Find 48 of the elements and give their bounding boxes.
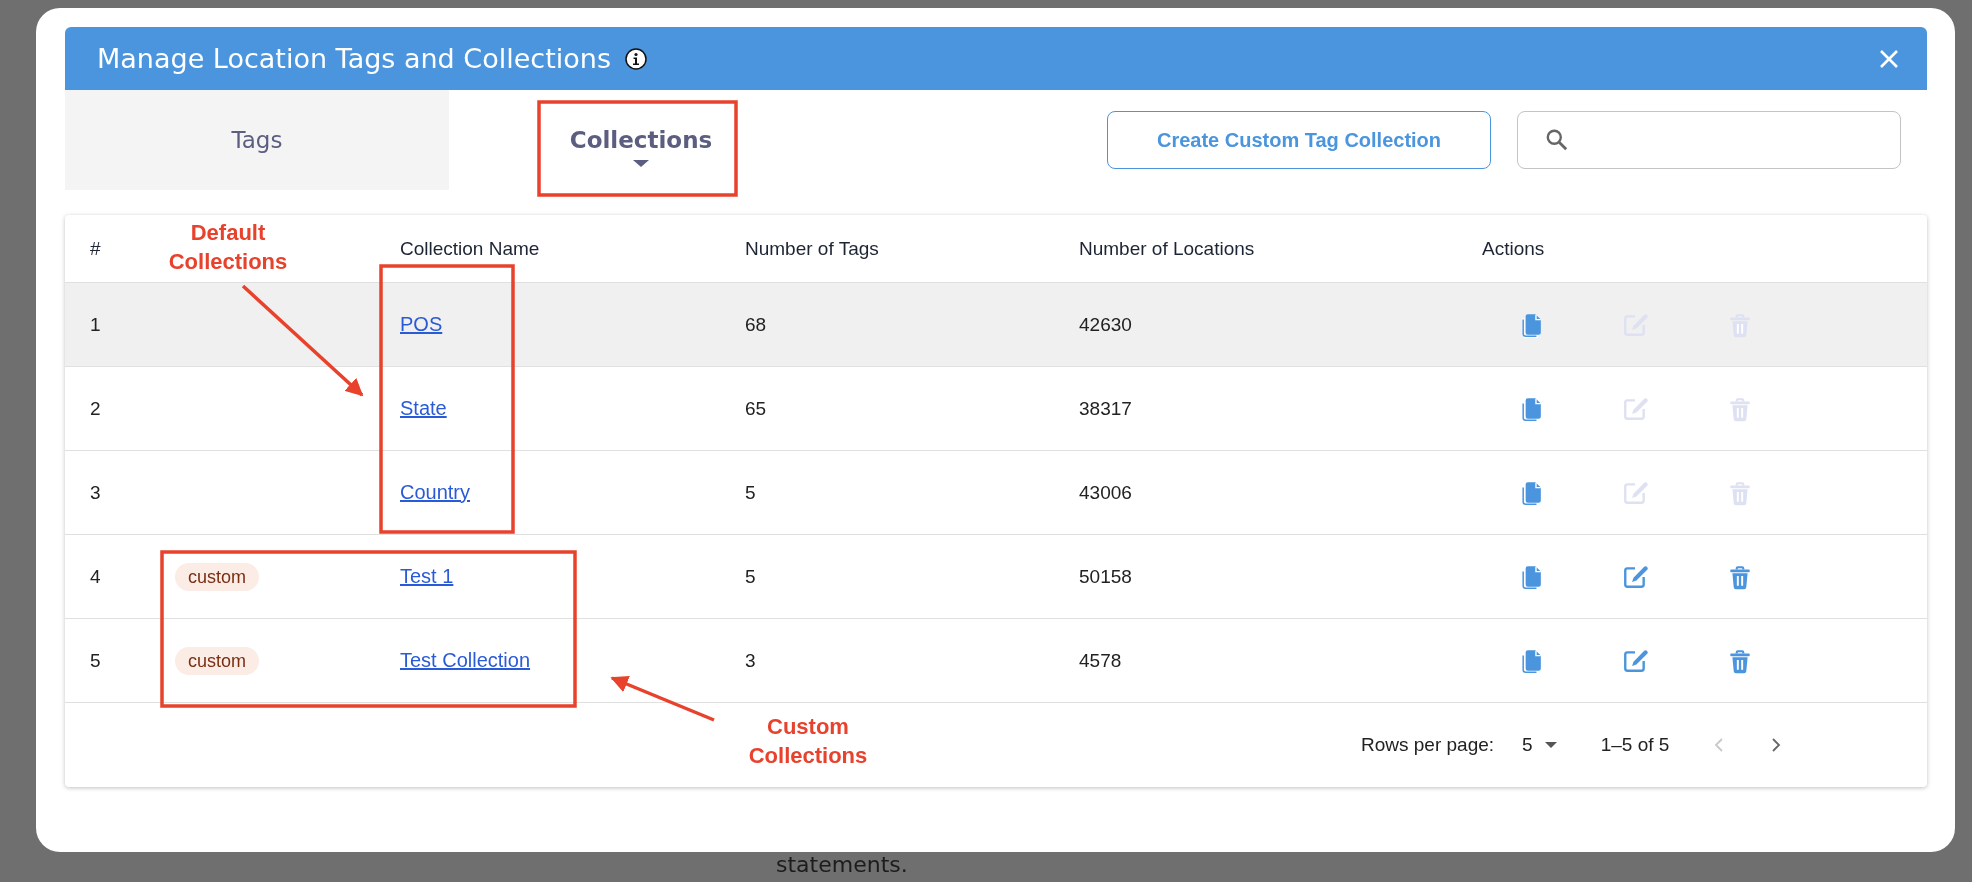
- table-cell: 5: [745, 565, 756, 587]
- table-cell: 43006: [1079, 481, 1132, 503]
- table-row[interactable]: 1 POS 68 42630: [65, 283, 1927, 367]
- custom-badge: custom: [175, 562, 260, 591]
- info-icon[interactable]: [624, 47, 647, 70]
- rows-per-page-label: Rows per page:: [1361, 734, 1495, 756]
- annotation-label: Default Collections: [167, 219, 289, 276]
- annotation-label: Custom Collections: [747, 713, 869, 770]
- table-row[interactable]: 5 custom Test Collection 3 4578: [65, 619, 1927, 703]
- table-cell: 3: [90, 481, 101, 503]
- collection-link[interactable]: Test Collection: [400, 649, 531, 671]
- delete-icon[interactable]: [1727, 563, 1753, 590]
- collection-link[interactable]: POS: [400, 313, 443, 335]
- table-cell: 3: [745, 649, 756, 671]
- page-range: 1–5 of 5: [1600, 734, 1670, 756]
- table-row[interactable]: 3 Country 5 43006: [65, 451, 1927, 535]
- search-field[interactable]: [1517, 111, 1901, 169]
- dialog-title: Manage Location Tags and Collections: [97, 43, 611, 74]
- collection-link[interactable]: State: [400, 397, 447, 419]
- column-header: Collection Name: [400, 237, 540, 259]
- table-cell: 5: [90, 649, 101, 671]
- create-collection-button[interactable]: Create Custom Tag Collection: [1107, 111, 1491, 169]
- column-header: Actions: [1482, 237, 1545, 259]
- table-cell: 42630: [1079, 313, 1132, 335]
- table-row[interactable]: 4 custom Test 1 5 50158: [65, 535, 1927, 619]
- table-cell: 65: [745, 397, 767, 419]
- edit-icon[interactable]: [1622, 647, 1648, 674]
- table-cell: 50158: [1079, 565, 1132, 587]
- table-cell: 4578: [1079, 649, 1122, 671]
- table-row[interactable]: 2 State 65 38317: [65, 367, 1927, 451]
- table-cell: 1: [90, 313, 101, 335]
- edit-icon[interactable]: [1622, 563, 1648, 590]
- collection-link[interactable]: Test 1: [400, 565, 454, 587]
- custom-badge: custom: [175, 646, 260, 675]
- column-header: Number of Locations: [1079, 237, 1255, 259]
- tab[interactable]: Tags: [65, 90, 449, 190]
- search-icon: [1544, 127, 1570, 153]
- page-text: statements.: [776, 852, 908, 877]
- column-header: Number of Tags: [745, 237, 879, 259]
- column-header: #: [90, 237, 101, 259]
- rows-per-page-select[interactable]: 5: [1522, 734, 1557, 756]
- collection-link[interactable]: Country: [400, 481, 471, 503]
- table-cell: 5: [745, 481, 756, 503]
- table-cell: 68: [745, 313, 767, 335]
- table-cell: 4: [90, 565, 101, 587]
- table-cell: 2: [90, 397, 101, 419]
- delete-icon[interactable]: [1727, 647, 1753, 674]
- table-cell: 38317: [1079, 397, 1132, 419]
